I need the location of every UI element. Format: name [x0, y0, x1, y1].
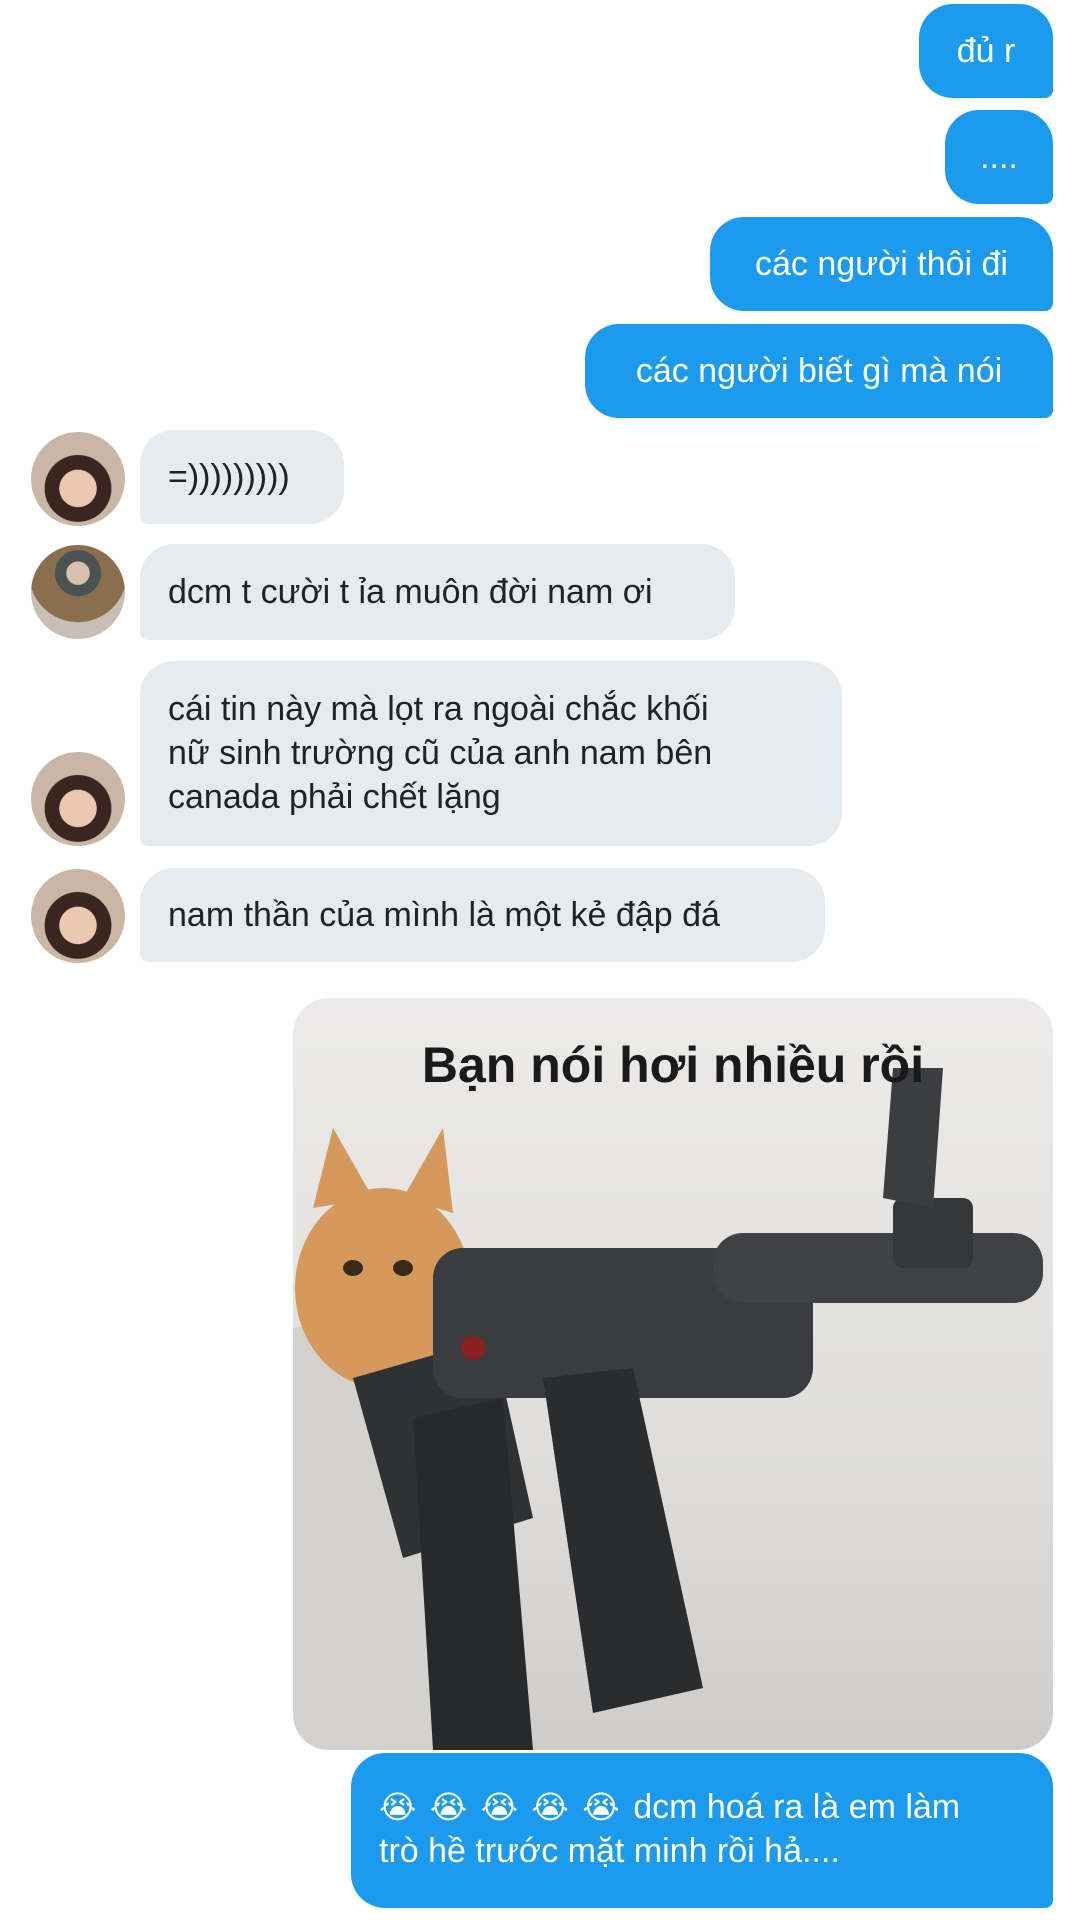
message-outgoing[interactable]: 😭 😭 😭 😭 😭 dcm hoá ra là em làm trò hề tr… — [351, 1753, 1053, 1908]
message-outgoing[interactable]: các người biết gì mà nói — [585, 324, 1053, 418]
message-incoming[interactable]: cái tin này mà lọt ra ngoài chắc khối nữ… — [140, 661, 842, 846]
meme-caption: Bạn nói hơi nhiều rồi — [421, 1037, 925, 1093]
meme-image[interactable]: Bạn nói hơi nhiều rồi — [293, 998, 1053, 1750]
cat-with-rifle-icon — [293, 1068, 1043, 1750]
message-outgoing[interactable]: .... — [945, 110, 1053, 204]
message-line: canada phải chết lặng — [168, 778, 501, 816]
crying-face-icon: 😭 — [582, 1789, 620, 1825]
message-incoming[interactable]: dcm t cười t ỉa muôn đời nam ơi — [140, 544, 735, 640]
crying-face-icon: 😭 — [379, 1789, 417, 1825]
avatar[interactable] — [31, 752, 125, 846]
message-incoming[interactable]: nam thần của mình là một kẻ đập đá — [140, 868, 825, 962]
avatar[interactable] — [31, 545, 125, 639]
message-text: đủ r — [956, 32, 1016, 70]
message-incoming[interactable]: =))))))))) — [140, 430, 344, 524]
avatar[interactable] — [31, 432, 125, 526]
crying-face-icon: 😭 — [531, 1789, 569, 1825]
crying-face-icon: 😭 — [480, 1789, 519, 1825]
message-outgoing[interactable]: đủ r — [919, 4, 1053, 98]
message-text: nam thần của mình là một kẻ đập đá — [168, 896, 720, 934]
message-text: các người thôi đi — [755, 245, 1008, 283]
avatar[interactable] — [31, 869, 125, 963]
message-text: dcm t cười t ỉa muôn đời nam ơi — [168, 573, 653, 611]
message-line: 😭 😭 😭 😭 😭 dcm hoá ra là em làm — [379, 1785, 1053, 1829]
message-text: các người biết gì mà nói — [635, 352, 1003, 390]
message-text: =))))))))) — [168, 458, 290, 496]
message-line: trò hề trước mặt minh rồi hả.... — [379, 1832, 840, 1870]
crying-face-icon: 😭 — [429, 1789, 468, 1825]
message-text: .... — [980, 138, 1018, 176]
message-text: dcm hoá ra là em làm — [633, 1788, 961, 1826]
message-line: nữ sinh trường cũ của anh nam bên — [168, 734, 713, 772]
message-outgoing[interactable]: các người thôi đi — [710, 217, 1053, 311]
message-line: cái tin này mà lọt ra ngoài chắc khối — [168, 690, 709, 728]
